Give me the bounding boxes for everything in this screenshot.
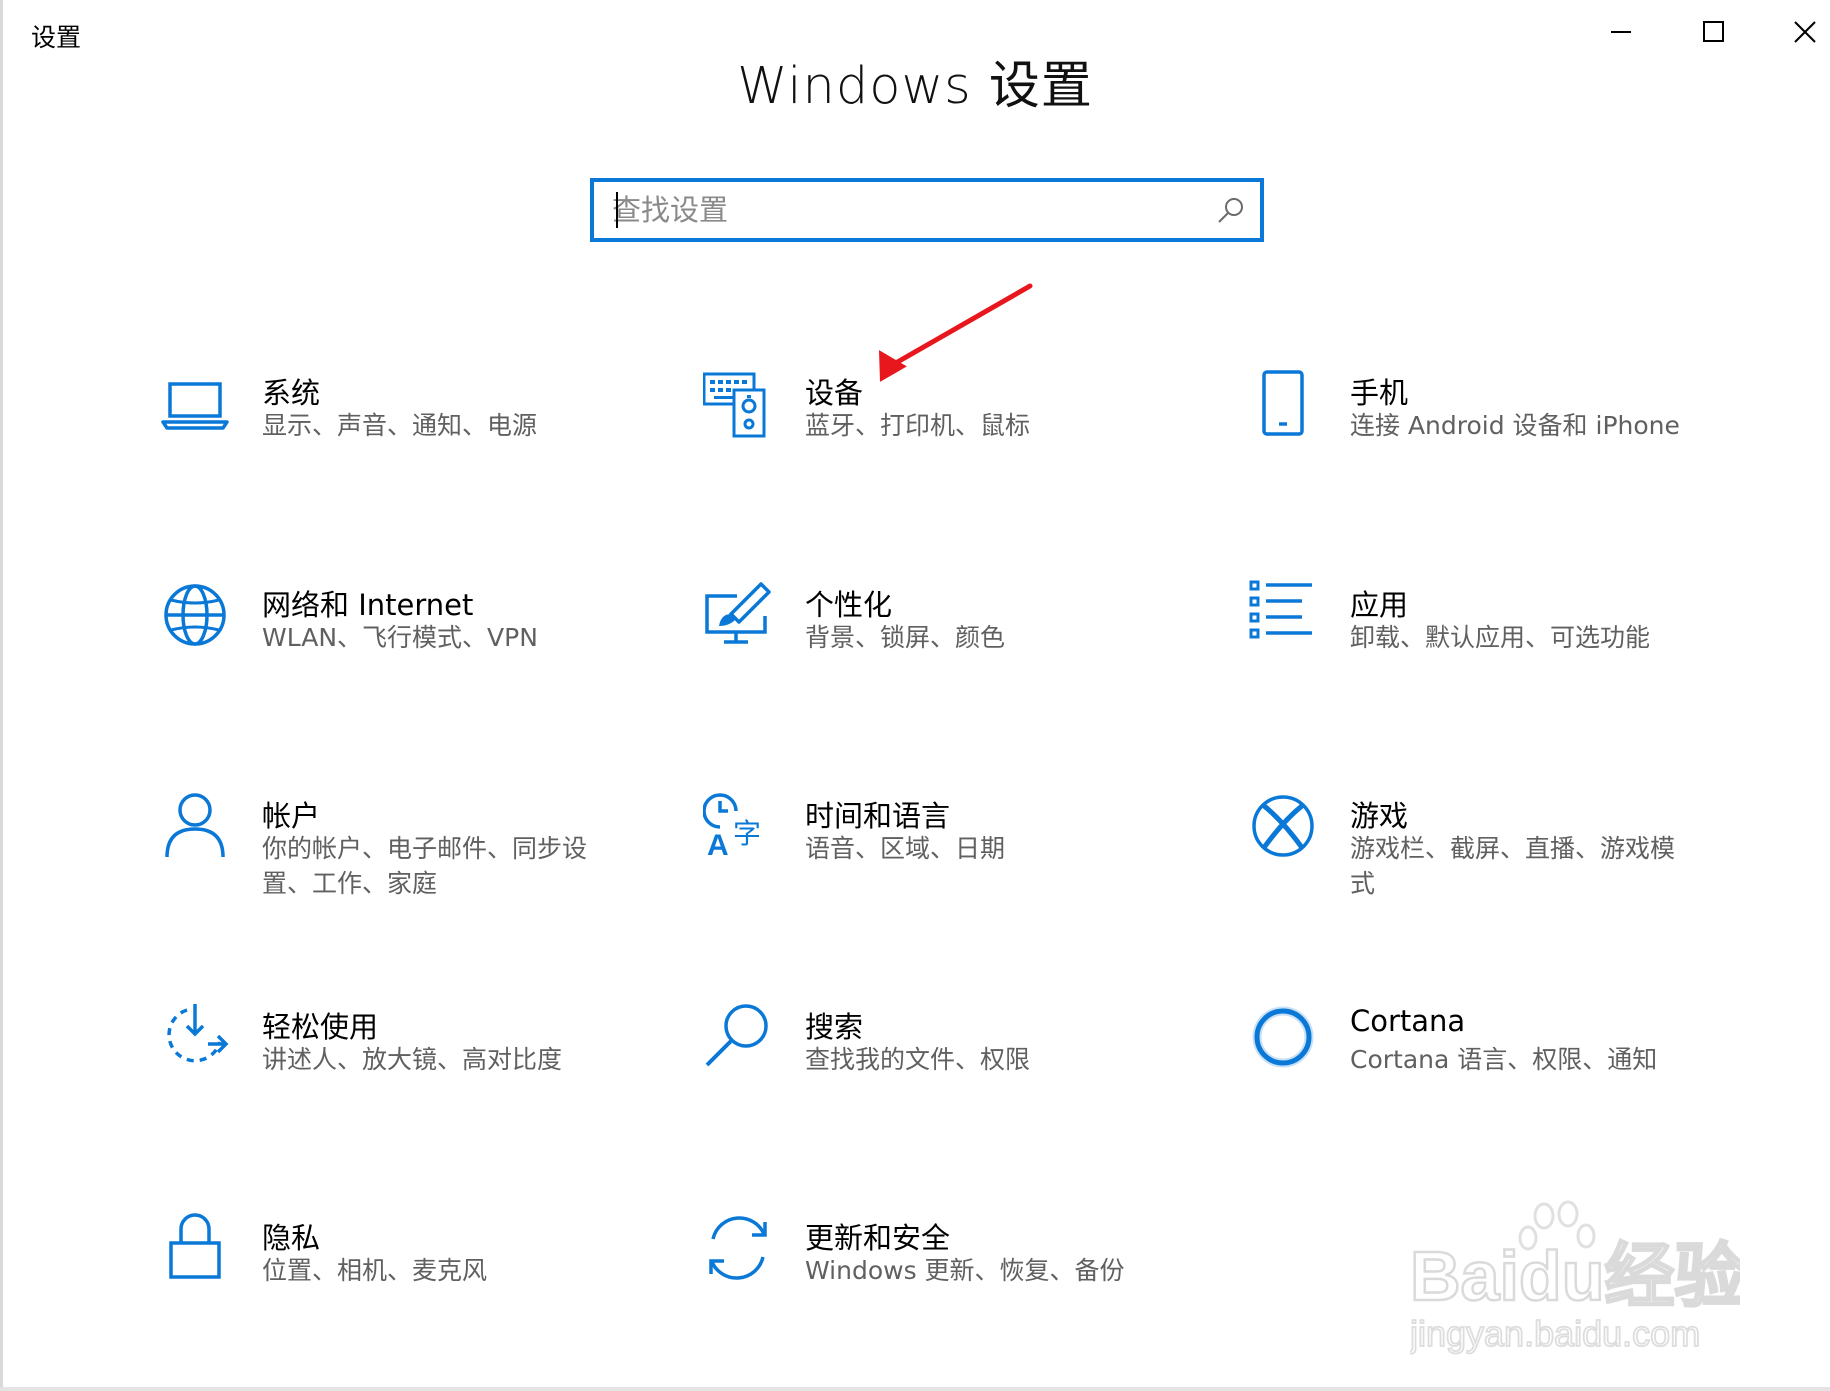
tile-title: 帐户 bbox=[262, 799, 321, 833]
baidu-jingyan-watermark: Baidu经验 jingyan.baidu.com bbox=[1410, 1200, 1740, 1355]
tile-title: 游戏 bbox=[1350, 799, 1409, 833]
tile-ease-of-access[interactable]: 轻松使用 讲述人、放大镜、高对比度 bbox=[160, 1002, 630, 1142]
tile-description: 卸载、默认应用、可选功能 bbox=[1350, 623, 1651, 652]
time-language-icon: A 字 bbox=[703, 793, 761, 861]
tile-title: 搜索 bbox=[805, 1010, 864, 1044]
tile-description: 蓝牙、打印机、鼠标 bbox=[805, 411, 1031, 440]
text-caret bbox=[616, 192, 618, 228]
search-icon[interactable] bbox=[1216, 196, 1246, 226]
tile-network[interactable]: 网络和 Internet WLAN、飞行模式、VPN bbox=[160, 580, 630, 720]
tile-title: 网络和 Internet bbox=[262, 588, 474, 622]
tile-title: 隐私 bbox=[262, 1221, 321, 1255]
tile-description: Windows 更新、恢复、备份 bbox=[805, 1256, 1125, 1285]
tile-devices[interactable]: 设备 蓝牙、打印机、鼠标 bbox=[703, 368, 1173, 508]
tile-accounts[interactable]: 帐户 你的帐户、电子邮件、同步设置、工作、家庭 bbox=[160, 791, 630, 931]
tile-description: 显示、声音、通知、电源 bbox=[262, 411, 538, 440]
window-bottom-border bbox=[0, 1387, 1830, 1391]
tile-gaming[interactable]: 游戏 游戏栏、截屏、直播、游戏模式 bbox=[1248, 791, 1718, 931]
tile-description: 语音、区域、日期 bbox=[805, 834, 1006, 863]
tile-title: 时间和语言 bbox=[805, 799, 951, 833]
tile-title: 设备 bbox=[805, 376, 864, 410]
tile-title: 个性化 bbox=[805, 588, 893, 622]
tile-description: Cortana 语言、权限、通知 bbox=[1350, 1045, 1658, 1074]
tile-description: 位置、相机、麦克风 bbox=[262, 1256, 488, 1285]
svg-text:A: A bbox=[707, 829, 729, 861]
sync-arrows-icon bbox=[709, 1216, 767, 1280]
xbox-icon bbox=[1252, 795, 1314, 857]
tile-description: 你的帐户、电子邮件、同步设置、工作、家庭 bbox=[262, 834, 588, 898]
tile-time-language[interactable]: A 字 时间和语言 语音、区域、日期 bbox=[703, 791, 1173, 931]
tile-title: 应用 bbox=[1350, 588, 1409, 622]
search-box[interactable] bbox=[590, 178, 1264, 242]
window-left-border bbox=[0, 0, 3, 1391]
tile-description: 查找我的文件、权限 bbox=[805, 1045, 1031, 1074]
tile-title: Cortana bbox=[1350, 1004, 1466, 1038]
cortana-ring-icon bbox=[1252, 1006, 1314, 1068]
tile-personalization[interactable]: 个性化 背景、锁屏、颜色 bbox=[703, 580, 1173, 720]
tile-title: 更新和安全 bbox=[805, 1221, 951, 1255]
tile-apps[interactable]: 应用 卸载、默认应用、可选功能 bbox=[1248, 580, 1718, 720]
svg-text:字: 字 bbox=[733, 817, 761, 850]
tile-cortana[interactable]: Cortana Cortana 语言、权限、通知 bbox=[1248, 1002, 1718, 1142]
tile-title: 手机 bbox=[1350, 376, 1409, 410]
tile-title: 系统 bbox=[262, 376, 321, 410]
tile-description: 连接 Android 设备和 iPhone bbox=[1350, 411, 1680, 440]
tile-update-security[interactable]: 更新和安全 Windows 更新、恢复、备份 bbox=[703, 1213, 1173, 1353]
apps-list-icon bbox=[1249, 580, 1312, 639]
phone-icon bbox=[1262, 370, 1304, 436]
search-input[interactable] bbox=[612, 189, 1192, 231]
watermark-url: jingyan.baidu.com bbox=[1410, 1313, 1700, 1354]
tile-description: 游戏栏、截屏、直播、游戏模式 bbox=[1350, 834, 1676, 898]
tile-description: 讲述人、放大镜、高对比度 bbox=[262, 1045, 563, 1074]
tile-search[interactable]: 搜索 查找我的文件、权限 bbox=[703, 1002, 1173, 1142]
globe-icon bbox=[164, 584, 226, 646]
ease-of-access-icon bbox=[167, 1004, 229, 1063]
tile-description: WLAN、飞行模式、VPN bbox=[262, 623, 538, 652]
personalization-icon bbox=[705, 582, 771, 644]
page-title: Windows 设置 bbox=[737, 57, 1093, 116]
laptop-icon bbox=[161, 382, 229, 430]
tile-description: 背景、锁屏、颜色 bbox=[805, 623, 1006, 652]
watermark-brand: Baidu经验 bbox=[1410, 1237, 1740, 1315]
devices-icon bbox=[703, 372, 766, 438]
search-magnifier-icon bbox=[705, 1004, 768, 1067]
lock-icon bbox=[169, 1213, 221, 1279]
tile-title: 轻松使用 bbox=[262, 1010, 379, 1044]
tile-privacy[interactable]: 隐私 位置、相机、麦克风 bbox=[160, 1213, 630, 1353]
tile-phone[interactable]: 手机 连接 Android 设备和 iPhone bbox=[1248, 368, 1718, 508]
person-icon bbox=[165, 793, 225, 858]
tile-system[interactable]: 系统 显示、声音、通知、电源 bbox=[160, 368, 630, 508]
